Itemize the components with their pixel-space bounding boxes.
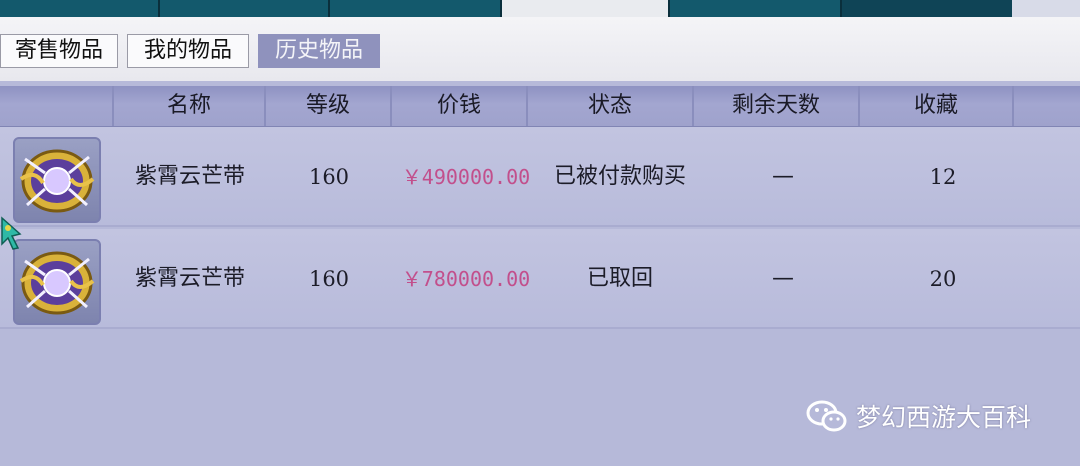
tab-my-items[interactable]: 我的物品: [127, 34, 249, 68]
item-name: 紫霄云芒带: [134, 266, 245, 291]
table-row[interactable]: 紫霄云芒带 160 ￥780000.00 已取回 — 20: [0, 229, 1080, 329]
column-header-price[interactable]: 价钱: [392, 86, 528, 126]
item-status: 已被付款购买: [553, 164, 686, 189]
wechat-icon: [806, 400, 847, 432]
tab-consignment[interactable]: 寄售物品: [0, 34, 118, 68]
top-tab-1[interactable]: [0, 0, 160, 17]
top-tab-3[interactable]: [330, 0, 502, 17]
top-nav-edge: [1012, 0, 1080, 17]
item-favorites: 12: [929, 165, 957, 189]
item-level: 160: [308, 267, 350, 291]
table-row[interactable]: 紫霄云芒带 160 ￥490000.00 已被付款购买 — 12: [0, 127, 1080, 227]
top-tab-4[interactable]: [502, 0, 670, 17]
item-level: 160: [308, 165, 350, 189]
table-header: 名称 等级 价钱 状态 剩余天数 收藏: [0, 86, 1080, 127]
item-name: 紫霄云芒带: [134, 164, 245, 189]
column-header-name[interactable]: 名称: [114, 86, 266, 126]
tab-history-items[interactable]: 历史物品: [258, 34, 380, 68]
top-tab-2[interactable]: [160, 0, 330, 17]
subtab-bar: 寄售物品 我的物品 历史物品: [0, 17, 1080, 81]
top-tab-5[interactable]: [670, 0, 842, 17]
watermark-text: 梦幻西游大百科: [856, 403, 1032, 432]
watermark: 梦幻西游大百科: [806, 396, 1031, 436]
column-header-favorites[interactable]: 收藏: [860, 86, 1014, 126]
column-header-icon: [0, 86, 114, 126]
cursor-icon: [1, 216, 22, 250]
item-favorites: 20: [929, 267, 957, 291]
column-header-days-left[interactable]: 剩余天数: [694, 86, 860, 126]
column-header-level[interactable]: 等级: [266, 86, 392, 126]
column-header-spacer: [1014, 86, 1080, 126]
purple-orb-item-icon[interactable]: [13, 239, 101, 325]
item-status: 已取回: [586, 266, 653, 291]
item-days-left: —: [772, 266, 794, 291]
item-days-left: —: [772, 164, 794, 189]
top-nav-bar: [0, 0, 1080, 17]
item-price: ￥780000.00: [401, 267, 531, 291]
purple-orb-item-icon[interactable]: [13, 137, 101, 223]
top-nav-spacer: [842, 0, 1012, 17]
column-header-status[interactable]: 状态: [528, 86, 694, 126]
item-price: ￥490000.00: [401, 165, 531, 189]
